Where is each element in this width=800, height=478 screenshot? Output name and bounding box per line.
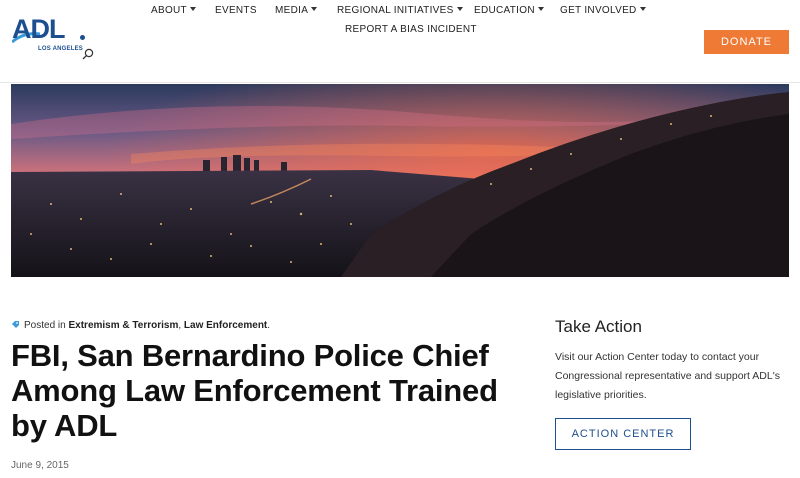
take-action-heading: Take Action (555, 317, 642, 336)
category-separator: , (178, 320, 182, 331)
caret-down-icon (311, 7, 318, 11)
nav-item-label: GET INVOLVED (560, 5, 637, 16)
logo-text: ADL (12, 14, 65, 44)
caret-down-icon (537, 7, 544, 11)
category-link-extremism-terrorism[interactable]: Extremism & Terrorism (68, 320, 178, 331)
category-link-law-enforcement[interactable]: Law Enforcement (184, 320, 267, 331)
nav-item-label: ABOUT (151, 5, 187, 16)
posted-suffix: . (267, 320, 271, 331)
tag-icon (12, 321, 19, 328)
logo-subtext: LOS ANGELES (38, 46, 83, 52)
search-icon[interactable] (82, 48, 94, 60)
action-center-button[interactable]: ACTION CENTER (555, 418, 691, 450)
article-title: FBI, San Bernardino Police Chief Among L… (11, 338, 498, 443)
hero-image (11, 84, 789, 277)
caret-down-icon (456, 7, 463, 11)
adl-logo[interactable]: ADL LOS ANGELES (12, 14, 92, 58)
nav-item-regional-initiatives[interactable]: REGIONAL INITIATIVES (337, 5, 463, 16)
nav-item-media[interactable]: MEDIA (275, 5, 318, 16)
nav-item-label: REGIONAL INITIATIVES (337, 5, 454, 16)
nav-item-education[interactable]: EDUCATION (474, 5, 544, 16)
logo-dot (80, 35, 85, 40)
caret-down-icon (639, 7, 646, 11)
nav-item-about[interactable]: ABOUT (151, 5, 196, 16)
article-date: June 9, 2015 (11, 460, 69, 471)
nav-item-get-involved[interactable]: GET INVOLVED (560, 5, 646, 16)
nav-item-label: EDUCATION (474, 5, 535, 16)
donate-button[interactable]: DONATE (704, 30, 789, 54)
nav-item-events[interactable]: EVENTS (215, 5, 257, 16)
city-sunset-image (11, 84, 789, 277)
main-nav: ABOUT EVENTS MEDIA REGIONAL INITIATIVES … (130, 0, 660, 40)
nav-item-label: MEDIA (275, 5, 309, 16)
nav-item-label: REPORT A BIAS INCIDENT (345, 24, 477, 35)
posted-in-line: Posted in Extremism & Terrorism, Law Enf… (11, 320, 270, 331)
site-header: ADL LOS ANGELES ABOUT EVENTS MEDIA REGIO… (0, 0, 800, 83)
nav-item-label: EVENTS (215, 5, 257, 16)
nav-item-report-bias-incident[interactable]: REPORT A BIAS INCIDENT (345, 24, 477, 35)
take-action-text: Visit our Action Center today to contact… (555, 351, 780, 401)
caret-down-icon (189, 7, 196, 11)
posted-prefix: Posted in (24, 320, 66, 331)
